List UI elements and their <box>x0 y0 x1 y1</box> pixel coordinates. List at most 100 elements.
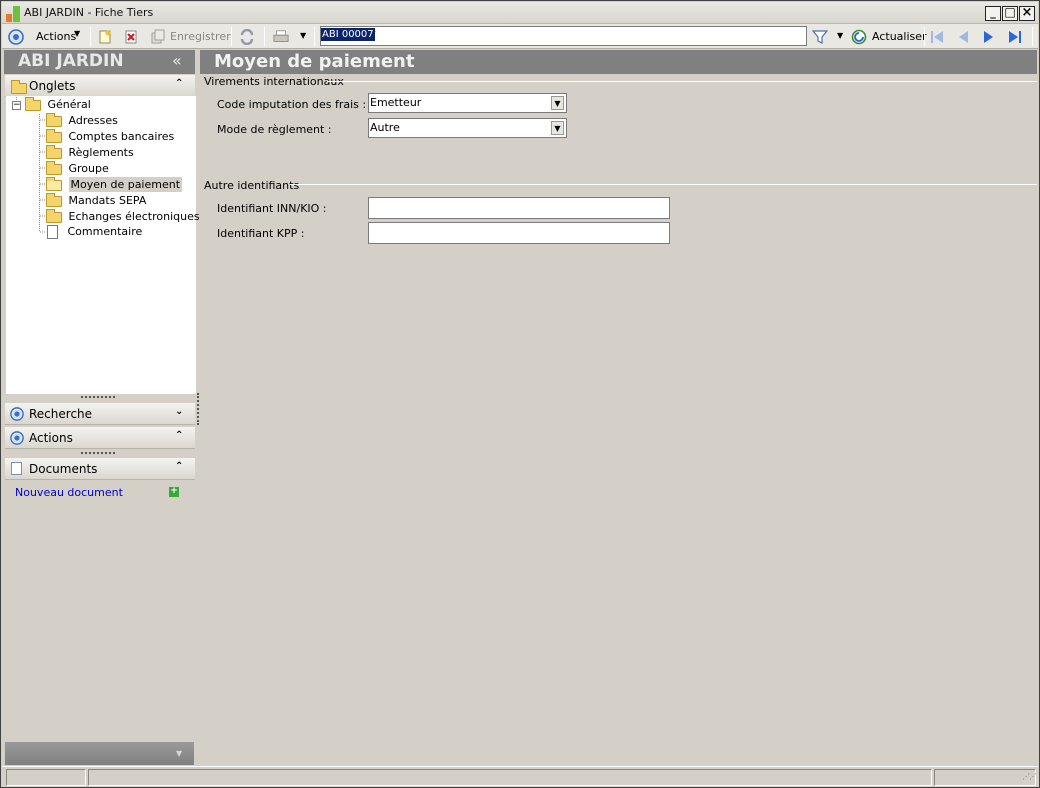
folder-icon <box>11 79 27 94</box>
section-actions[interactable]: Actions ⌃ <box>5 427 195 449</box>
chevron-up-icon: ⌃ <box>175 461 184 472</box>
document-icon <box>47 225 58 239</box>
refresh-icon[interactable] <box>851 29 867 45</box>
status-bar: ⋰⋰ <box>2 766 1038 787</box>
tree-node-label: Règlements <box>68 146 134 159</box>
tree-node-groupe[interactable]: Groupe <box>46 160 109 178</box>
window: ABI JARDIN - Fiche Tiers _ □ × Actions ▼… <box>0 0 1040 788</box>
window-title: ABI JARDIN - Fiche Tiers <box>24 6 154 19</box>
actions-menu-button[interactable]: Actions ▼ <box>34 27 84 46</box>
resize-grip-icon[interactable]: ⋰⋰ <box>1022 772 1037 781</box>
folder-icon <box>25 96 41 111</box>
tree-node-label-selected: Moyen de paiement <box>68 177 183 192</box>
actions-circle-icon <box>10 431 24 445</box>
section-onglets[interactable]: Onglets ⌃ <box>5 75 195 97</box>
mode-reglement-value: Autre <box>370 121 400 134</box>
section-recherche[interactable]: Recherche ⌄ <box>5 403 195 425</box>
tree-node-commentaire[interactable]: Commentaire <box>44 225 142 241</box>
folder-icon <box>46 192 62 207</box>
app-icon <box>6 6 20 22</box>
toolbar-separator <box>231 27 232 46</box>
filter-icon[interactable] <box>812 29 828 45</box>
tabs-tree: − Général Adresses Comptes bancaires Règ… <box>6 96 200 394</box>
tree-node-label: Adresses <box>68 114 118 127</box>
folder-icon <box>46 208 62 223</box>
tree-node-label: Mandats SEPA <box>68 194 147 207</box>
open-folder-icon <box>46 176 62 191</box>
new-record-icon[interactable] <box>97 29 113 45</box>
actions-menu-label: Actions <box>36 30 77 43</box>
chevron-up-icon: ⌃ <box>175 78 184 89</box>
mode-reglement-select[interactable]: Autre ▼ <box>368 118 567 138</box>
inn-kio-label: Identifiant INN/KIO : <box>217 202 327 215</box>
actions-circle-icon <box>8 29 24 45</box>
chevron-down-icon: ⌄ <box>175 406 184 417</box>
first-record-icon[interactable] <box>929 29 945 45</box>
filter-dropdown-icon[interactable]: ▼ <box>837 31 843 40</box>
status-cell <box>6 769 86 786</box>
tree-node-general[interactable]: Général <box>25 96 91 114</box>
code-imputation-select[interactable]: Emetteur ▼ <box>368 93 567 113</box>
tree-node-adresses[interactable]: Adresses <box>46 112 118 130</box>
left-pane-footer: ▼ <box>5 742 194 765</box>
document-icon <box>11 462 22 475</box>
maximize-button[interactable]: □ <box>1002 6 1018 21</box>
tree-node-label: Comptes bancaires <box>68 130 175 143</box>
kpp-input[interactable] <box>368 222 670 244</box>
section-documents[interactable]: Documents ⌃ <box>5 458 195 480</box>
tree-node-label: Groupe <box>68 162 109 175</box>
tree-node-label: Commentaire <box>67 225 143 238</box>
add-document-icon[interactable]: + <box>169 487 179 497</box>
chevron-down-icon[interactable]: ▼ <box>551 96 564 110</box>
group-autre-identifiants-title: Autre identifiants <box>204 179 300 192</box>
new-document-link[interactable]: Nouveau document <box>15 486 123 499</box>
tree-node-label: Echanges électroniques <box>68 210 200 223</box>
chevron-up-icon: ⌃ <box>175 430 184 441</box>
chevron-down-icon[interactable]: ▼ <box>176 749 182 758</box>
tree-node-echanges-electroniques[interactable]: Echanges électroniques <box>46 208 200 226</box>
splitter-grip[interactable] <box>81 396 115 399</box>
close-window-button[interactable]: × <box>1019 6 1035 21</box>
tree-node-comptes-bancaires[interactable]: Comptes bancaires <box>46 128 175 146</box>
print-dropdown-icon[interactable]: ▼ <box>300 31 306 40</box>
folder-icon <box>46 160 62 175</box>
tree-node-reglements[interactable]: Règlements <box>46 144 134 162</box>
folder-icon <box>46 112 62 127</box>
section-documents-label: Documents <box>29 462 98 476</box>
section-actions-label: Actions <box>29 431 73 445</box>
print-icon[interactable] <box>273 29 289 45</box>
delete-icon[interactable] <box>123 29 139 45</box>
toolbar-separator <box>924 27 925 46</box>
chevron-down-icon: ▼ <box>74 29 81 38</box>
tree-node-mandats-sepa[interactable]: Mandats SEPA <box>46 192 147 210</box>
left-pane-header: ABI JARDIN <box>4 50 195 74</box>
search-input[interactable] <box>320 26 807 46</box>
toolbar: Actions ▼ Enregistrer ▼ ▼ Act <box>2 24 1038 49</box>
minimize-button[interactable]: _ <box>985 6 1001 21</box>
group-virements-title: Virements internationaux <box>204 75 344 88</box>
last-record-icon[interactable] <box>1007 29 1023 45</box>
toolbar-separator <box>264 27 265 46</box>
chevron-down-icon[interactable]: ▼ <box>551 121 564 135</box>
sync-icon <box>240 29 254 45</box>
code-imputation-label: Code imputation des frais : <box>217 98 367 111</box>
next-record-icon[interactable] <box>981 29 997 45</box>
search-circle-icon <box>10 407 24 421</box>
splitter-grip[interactable] <box>81 452 115 455</box>
collapse-pane-icon[interactable]: « <box>172 51 182 70</box>
content-header: Moyen de paiement <box>200 50 1037 74</box>
save-button[interactable]: Enregistrer <box>170 30 231 43</box>
code-imputation-value: Emetteur <box>370 96 422 109</box>
tree-expander-minus[interactable]: − <box>12 101 21 110</box>
folder-icon <box>46 128 62 143</box>
vertical-splitter-grip[interactable] <box>197 393 199 425</box>
previous-record-icon[interactable] <box>955 29 971 45</box>
refresh-button[interactable]: Actualiser <box>872 30 927 43</box>
tree-node-label: Général <box>47 98 91 111</box>
status-cell <box>88 769 932 786</box>
tree-node-moyen-de-paiement[interactable]: Moyen de paiement <box>46 176 183 194</box>
page-title: Moyen de paiement <box>214 51 415 72</box>
title-bar: ABI JARDIN - Fiche Tiers _ □ × <box>2 2 1038 24</box>
inn-kio-input[interactable] <box>368 197 670 219</box>
left-pane-title: ABI JARDIN <box>18 51 124 71</box>
